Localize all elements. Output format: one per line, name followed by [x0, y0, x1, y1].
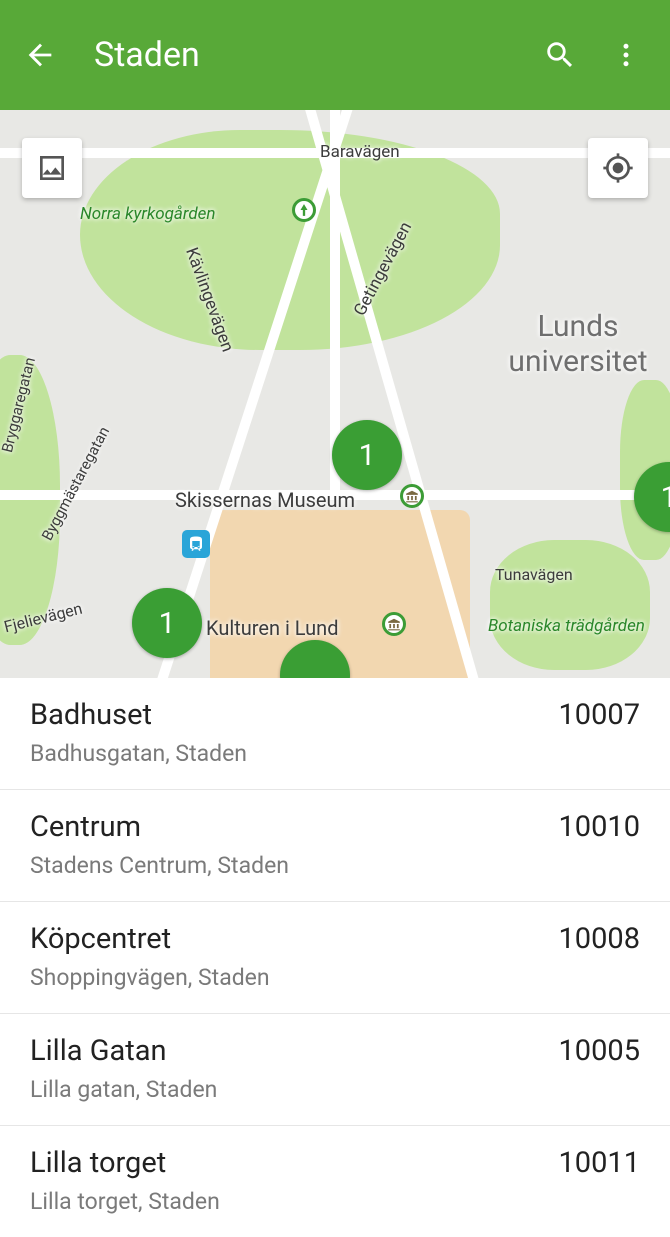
list-item-code: 10011: [559, 1146, 641, 1180]
map[interactable]: Norra kyrkogården Baravägen Kävlingeväge…: [0, 110, 670, 678]
list-item-code: 10007: [559, 698, 641, 732]
list-item[interactable]: Centrum 10010 Stadens Centrum, Staden: [0, 790, 670, 902]
list-item[interactable]: Lilla Gatan 10005 Lilla gatan, Staden: [0, 1014, 670, 1126]
arrow-left-icon: [23, 38, 57, 72]
map-label-norra-kyrkogarden: Norra kyrkogården: [80, 204, 215, 224]
map-park-area: [0, 355, 60, 645]
list-item-title: Centrum: [30, 810, 141, 844]
list-item-subtitle: Shoppingvägen, Staden: [30, 964, 640, 991]
list-item-subtitle: Lilla torget, Staden: [30, 1188, 640, 1215]
map-label-baravagen: Baravägen: [320, 142, 400, 162]
museum-poi-icon: [382, 612, 406, 636]
transit-station-icon: [182, 530, 210, 558]
page-title: Staden: [94, 35, 520, 75]
list-item-subtitle: Stadens Centrum, Staden: [30, 852, 640, 879]
map-marker[interactable]: 1: [132, 588, 202, 658]
list-item-code: 10008: [559, 922, 641, 956]
list-item-title: Badhuset: [30, 698, 152, 732]
marker-count: 1: [661, 480, 670, 515]
list-item-title: Lilla torget: [30, 1146, 166, 1180]
marker-count: 1: [159, 606, 176, 641]
map-label-kulturen: Kulturen i Lund: [206, 616, 339, 640]
museum-poi-icon: [400, 484, 424, 508]
map-label-botaniska: Botaniska trädgården: [488, 616, 645, 636]
app-bar: Staden: [0, 0, 670, 110]
list-item-subtitle: Lilla gatan, Staden: [30, 1076, 640, 1103]
list-item-title: Lilla Gatan: [30, 1034, 167, 1068]
list-item-code: 10005: [559, 1034, 641, 1068]
list-item[interactable]: Köpcentret 10008 Shoppingvägen, Staden: [0, 902, 670, 1014]
search-icon: [543, 38, 577, 72]
map-marker[interactable]: 1: [332, 420, 402, 490]
search-button[interactable]: [534, 29, 586, 81]
map-label-tunavagen: Tunavägen: [495, 565, 573, 584]
location-list: Badhuset 10007 Badhusgatan, Staden Centr…: [0, 678, 670, 1237]
more-vert-icon: [611, 40, 641, 70]
map-label-lunds-universitet: Lunds universitet: [486, 310, 670, 379]
my-location-button[interactable]: [588, 138, 648, 198]
list-item-code: 10010: [559, 810, 641, 844]
back-button[interactable]: [18, 33, 62, 77]
map-label-skissernas: Skissernas Museum: [175, 488, 355, 512]
list-item[interactable]: Badhuset 10007 Badhusgatan, Staden: [0, 678, 670, 790]
overflow-menu-button[interactable]: [600, 29, 652, 81]
marker-count: 1: [359, 438, 376, 473]
list-item[interactable]: Lilla torget 10011 Lilla torget, Staden: [0, 1126, 670, 1237]
list-item-subtitle: Badhusgatan, Staden: [30, 740, 640, 767]
map-layers-button[interactable]: [22, 138, 82, 198]
map-park-area: [80, 130, 500, 350]
list-item-title: Köpcentret: [30, 922, 171, 956]
map-park-area: [490, 540, 650, 670]
image-layers-icon: [36, 152, 68, 184]
park-poi-icon: [292, 198, 316, 222]
crosshair-icon: [602, 152, 634, 184]
